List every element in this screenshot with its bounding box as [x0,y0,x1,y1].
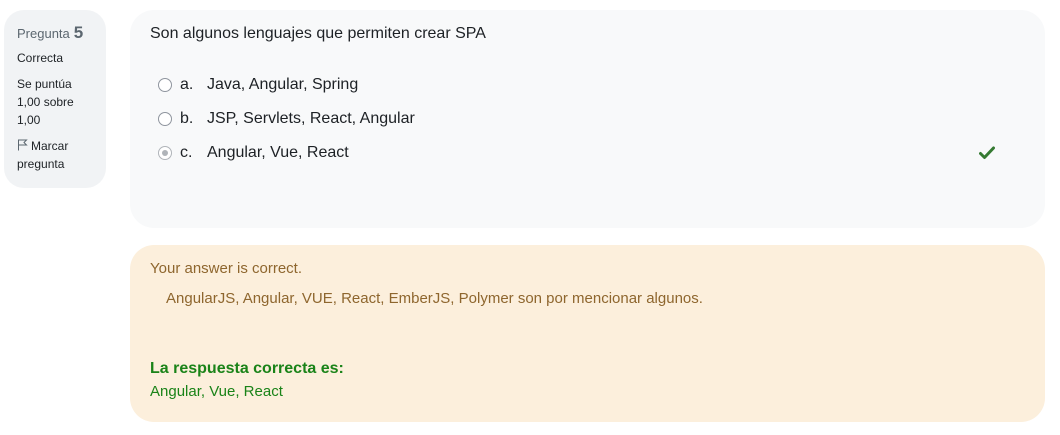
answer-option-a[interactable]: a. Java, Angular, Spring [150,68,1025,102]
question-state: Correcta [17,51,64,65]
question-number: 5 [73,23,84,42]
answer-c-letter: c. [180,144,193,161]
flag-label-line-1: Marcar [31,139,69,153]
feedback-state-text: Your answer is correct. [150,260,303,277]
answer-a-text: Java, Angular, Spring [207,76,359,93]
answer-a-letter: a. [180,76,194,93]
flag-icon [18,139,28,151]
answer-option-b[interactable]: b. JSP, Servlets, React, Angular [150,102,1025,136]
feedback-general-text: AngularJS, Angular, VUE, React, EmberJS,… [166,290,703,307]
grade-line-2: 1,00 sobre [17,95,74,109]
answer-a-radio[interactable] [158,78,172,92]
question-word: Pregunta [17,26,70,41]
answer-c-text: Angular, Vue, React [207,144,349,161]
answer-option-c[interactable]: c. Angular, Vue, React [150,136,1025,170]
right-answer-title: La respuesta correcta es: [150,360,344,377]
answer-list: a. Java, Angular, Spring b. JSP, Servlet… [150,68,1025,170]
question-card: Son algunos lenguajes que permiten crear… [130,10,1045,228]
right-answer-text: Angular, Vue, React [150,383,283,400]
flag-label-line-2: pregunta [17,157,65,171]
grade-line-1: Se puntúa [17,77,72,91]
question-info-panel: Pregunta 5 Correcta Se puntúa 1,00 sobre… [4,10,106,188]
feedback-card: Your answer is correct. AngularJS, Angul… [130,245,1045,422]
answer-b-text: JSP, Servlets, React, Angular [207,110,415,127]
question-text: Son algunos lenguajes que permiten crear… [150,25,486,42]
flag-question-button[interactable]: Marcar pregunta [17,137,93,173]
answer-c-radio[interactable] [158,146,172,160]
answer-b-radio[interactable] [158,112,172,126]
question-grade: Se puntúa 1,00 sobre 1,00 [17,75,93,129]
grade-line-3: 1,00 [17,113,41,127]
check-icon [979,146,995,159]
answer-b-letter: b. [180,110,194,127]
question-number-heading: Pregunta 5 [17,24,93,43]
